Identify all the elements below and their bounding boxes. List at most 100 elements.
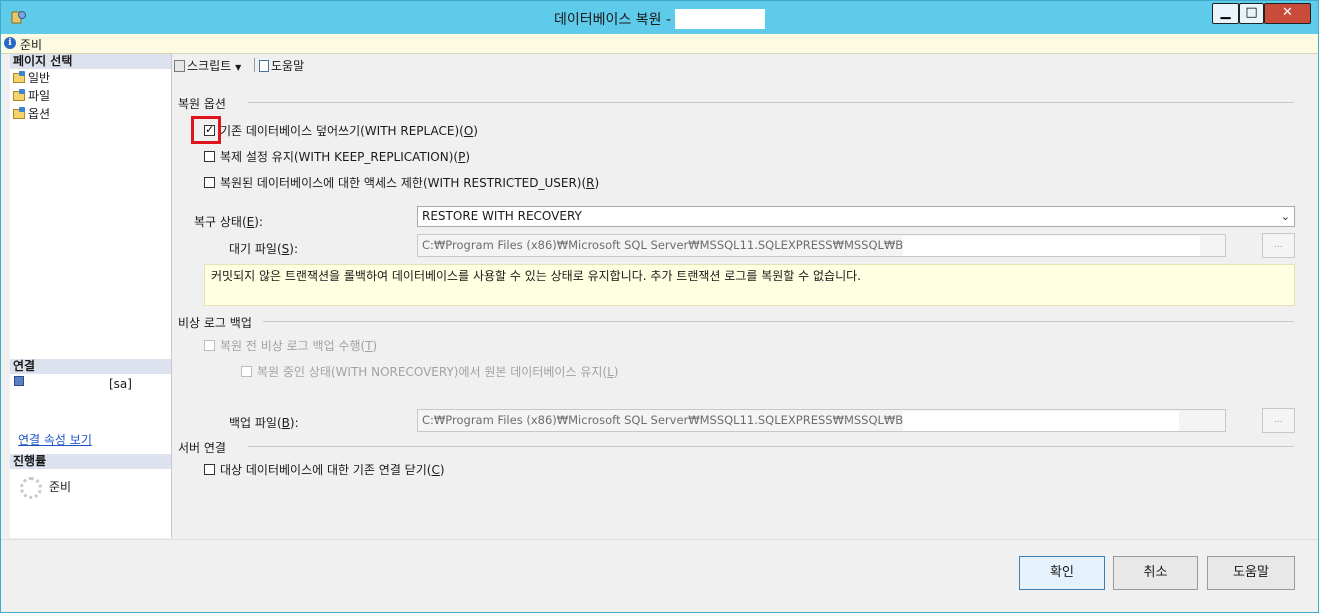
page-icon [13, 107, 25, 119]
checkbox[interactable] [204, 177, 215, 188]
toolbar: 스크립트 ▼ 도움말 [172, 54, 1309, 76]
window-title-text: 데이터베이스 복원 - [554, 12, 671, 28]
label-suffix: ): [254, 215, 263, 229]
leave-norecovery-label: 복원 중인 상태(WITH NORECOVERY)에서 원본 데이터베이스 유지… [257, 365, 608, 379]
backup-file-label-text: 백업 파일( [229, 416, 282, 430]
restore-options-group-label: 복원 옵션 [178, 97, 226, 111]
dropdown-arrow-icon[interactable]: ▼ [235, 63, 241, 72]
keep-replication-checkbox[interactable]: 복제 설정 유지(WITH KEEP_REPLICATION)(P) [204, 149, 470, 165]
overwrite-access-key: O [463, 124, 474, 138]
recovery-state-label-text: 복구 상태( [194, 215, 247, 229]
redacted-path [903, 411, 1179, 431]
backup-file-path: C:₩Program Files (x86)₩Microsoft SQL Ser… [422, 413, 949, 427]
dialog-footer: 확인 취소 도움말 [1, 539, 1318, 612]
window-title: 데이터베이스 복원 - [1, 8, 1318, 29]
keep-replication-label: 복제 설정 유지(WITH KEEP_REPLICATION)( [220, 150, 459, 164]
label-suffix: ) [465, 150, 471, 164]
label-suffix: ): [289, 416, 299, 430]
connection-header: 연결 [10, 359, 171, 374]
view-connection-properties-link[interactable]: 연결 속성 보기 [18, 431, 92, 448]
restore-database-dialog: 데이터베이스 복원 - ▁ □ ✕ i 준비 페이지 선택 일반 파일 옵션 연… [0, 0, 1319, 613]
page-item-general[interactable]: 일반 [13, 70, 50, 86]
leave-norecovery-access-key: L [607, 365, 614, 379]
close-connections-label: 대상 데이터베이스에 대한 기존 연결 닫기( [220, 463, 432, 477]
help-button[interactable]: 도움말 [1207, 556, 1295, 590]
cancel-button[interactable]: 취소 [1113, 556, 1198, 590]
backup-file-input[interactable]: C:₩Program Files (x86)₩Microsoft SQL Ser… [417, 409, 1226, 432]
label-suffix: ) [372, 339, 378, 353]
progress-header: 진행률 [10, 454, 171, 469]
group-divider [263, 321, 1294, 322]
checkbox[interactable] [204, 464, 215, 475]
standby-browse-button[interactable]: ... [1262, 233, 1295, 258]
standby-file-label-text: 대기 파일( [229, 242, 282, 256]
standby-file-label: 대기 파일(S): [229, 240, 298, 257]
label-suffix: ) [439, 463, 445, 477]
recovery-state-value: RESTORE WITH RECOVERY [422, 209, 582, 223]
checkbox[interactable] [204, 151, 215, 162]
ok-button[interactable]: 확인 [1019, 556, 1105, 590]
checkbox[interactable] [241, 366, 252, 377]
group-divider [248, 102, 1294, 103]
backup-file-label: 백업 파일(B): [229, 414, 299, 431]
label-suffix: ) [613, 365, 619, 379]
restrict-access-label: 복원된 데이터베이스에 대한 액세스 제한(WITH RESTRICTED_US… [220, 176, 587, 190]
tail-log-backup-label: 복원 전 비상 로그 백업 수행( [220, 339, 366, 353]
redacted-db-name [675, 8, 765, 29]
connection-user: [sa] [109, 377, 132, 391]
leave-norecovery-checkbox[interactable]: 복원 중인 상태(WITH NORECOVERY)에서 원본 데이터베이스 유지… [241, 364, 618, 380]
page-item-files[interactable]: 파일 [13, 88, 50, 104]
status-bar: i 준비 [1, 34, 1318, 54]
toolbar-separator [254, 58, 255, 72]
restrict-access-checkbox[interactable]: 복원된 데이터베이스에 대한 액세스 제한(WITH RESTRICTED_US… [204, 175, 599, 191]
chevron-down-icon: ⌄ [1280, 210, 1290, 223]
page-select-header: 페이지 선택 [10, 54, 171, 69]
standby-file-path: C:₩Program Files (x86)₩Microsoft SQL Ser… [422, 238, 949, 252]
help-toolbar-button[interactable]: 도움말 [259, 57, 304, 74]
status-text: 준비 [20, 38, 43, 52]
close-button[interactable]: ✕ [1264, 3, 1311, 24]
progress-status: 준비 [49, 480, 72, 494]
server-connection-icon [14, 376, 24, 386]
recovery-state-label: 복구 상태(E): [194, 213, 263, 230]
recovery-description: 커밋되지 않은 트랜잭션을 롤백하여 데이터베이스를 사용할 수 있는 상태로 … [204, 264, 1295, 306]
help-label: 도움말 [271, 59, 305, 73]
overwrite-checkbox[interactable]: 기존 데이터베이스 덮어쓰기(WITH REPLACE)(O) [204, 122, 478, 139]
help-icon [259, 60, 269, 72]
title-bar[interactable]: 데이터베이스 복원 - ▁ □ ✕ [1, 1, 1318, 34]
backup-file-access-key: B [281, 416, 290, 430]
checkbox[interactable] [204, 340, 215, 351]
tail-log-access-key: T [365, 339, 373, 353]
restrict-access-access-key: R [586, 176, 595, 190]
label-suffix: ): [289, 242, 299, 256]
tail-log-backup-checkbox[interactable]: 복원 전 비상 로그 백업 수행(T) [204, 338, 377, 354]
page-item-label: 일반 [28, 71, 51, 85]
recovery-state-select[interactable]: RESTORE WITH RECOVERY ⌄ [417, 206, 1295, 227]
page-icon [13, 89, 25, 101]
options-page: 스크립트▼ 도움말 복원 옵션 기존 데이터베이스 덮어쓰기(WITH REPL… [172, 54, 1309, 538]
close-connections-checkbox[interactable]: 대상 데이터베이스에 대한 기존 연결 닫기(C) [204, 462, 445, 478]
label-suffix: ) [594, 176, 600, 190]
script-icon [174, 60, 185, 72]
maximize-button[interactable]: □ [1239, 3, 1264, 24]
page-item-label: 파일 [28, 89, 51, 103]
progress-spinner-icon [20, 477, 42, 499]
redacted-path [903, 236, 1200, 256]
server-connection-group-label: 서버 연결 [178, 441, 226, 455]
page-item-label: 옵션 [28, 107, 51, 121]
minimize-button[interactable]: ▁ [1212, 3, 1239, 24]
label-suffix: ) [473, 124, 478, 138]
page-icon [13, 71, 25, 83]
close-connections-access-key: C [431, 463, 440, 477]
checkbox-checked[interactable] [204, 122, 215, 138]
script-button[interactable]: 스크립트 ▼ [174, 57, 241, 74]
tail-log-group-label: 비상 로그 백업 [178, 316, 252, 330]
group-divider [248, 446, 1294, 447]
standby-file-input[interactable]: C:₩Program Files (x86)₩Microsoft SQL Ser… [417, 234, 1226, 257]
script-label: 스크립트 [187, 59, 232, 73]
left-pane: 페이지 선택 일반 파일 옵션 연결 [sa] 연결 속성 보기 진행률 준비 [10, 54, 172, 538]
info-icon: i [4, 37, 16, 49]
backup-file-browse-button[interactable]: ... [1262, 408, 1295, 433]
overwrite-label: 기존 데이터베이스 덮어쓰기(WITH REPLACE)( [220, 124, 464, 138]
page-item-options[interactable]: 옵션 [13, 106, 50, 122]
